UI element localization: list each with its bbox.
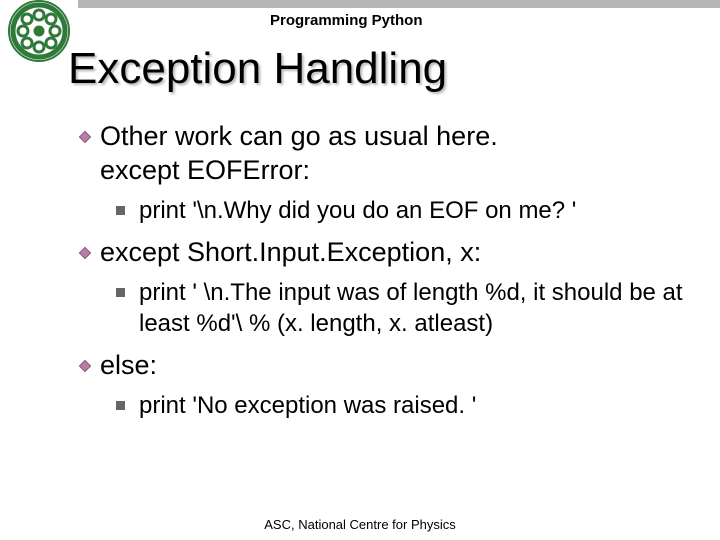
- top-gradient-bar: [78, 0, 720, 8]
- bullet-2-text: except Short.Input.Exception, x:: [100, 236, 481, 270]
- square-bullet-icon: [116, 206, 125, 215]
- slide-body: Other work can go as usual here. except …: [78, 120, 690, 432]
- square-bullet-icon: [116, 288, 125, 297]
- sub-bullet-1: print '\n.Why did you do an EOF on me? ': [116, 196, 690, 227]
- bullet-1-text: Other work can go as usual here. except …: [100, 120, 498, 188]
- square-bullet-icon: [116, 401, 125, 410]
- sub-bullet-3-text: print 'No exception was raised. ': [139, 391, 476, 422]
- bullet-3-text: else:: [100, 349, 157, 383]
- sub-bullet-2-text: print ' \n.The input was of length %d, i…: [139, 278, 690, 339]
- sub-bullet-3: print 'No exception was raised. ': [116, 391, 690, 422]
- diamond-bullet-icon: [78, 359, 92, 373]
- sub-bullet-1-text: print '\n.Why did you do an EOF on me? ': [139, 196, 576, 227]
- bullet-item-2: except Short.Input.Exception, x:: [78, 236, 690, 270]
- bullet-item-1: Other work can go as usual here. except …: [78, 120, 690, 188]
- header-title: Programming Python: [270, 12, 423, 29]
- institution-logo: [8, 0, 70, 62]
- footer-text: ASC, National Centre for Physics: [0, 517, 720, 532]
- bullet-1-line2: except EOFError:: [100, 155, 310, 185]
- bullet-item-3: else:: [78, 349, 690, 383]
- diamond-bullet-icon: [78, 246, 92, 260]
- slide-title: Exception Handling: [68, 44, 447, 94]
- diamond-bullet-icon: [78, 130, 92, 144]
- bullet-1-line1: Other work can go as usual here.: [100, 121, 498, 151]
- sub-bullet-2: print ' \n.The input was of length %d, i…: [116, 278, 690, 339]
